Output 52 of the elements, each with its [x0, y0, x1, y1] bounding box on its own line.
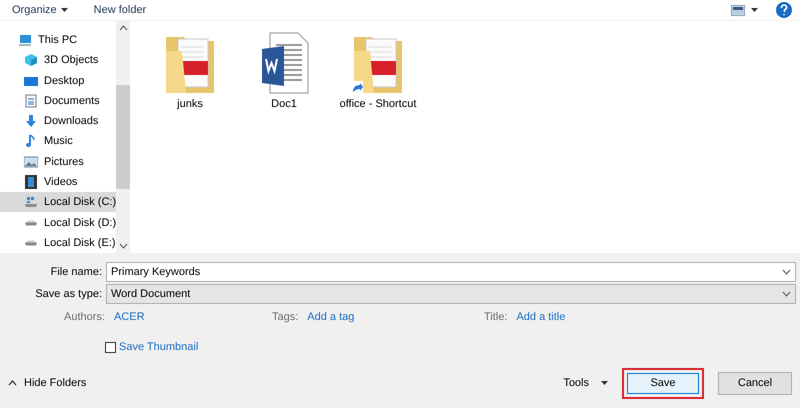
tools-menu[interactable]: Tools [563, 377, 589, 389]
computer-icon [18, 33, 32, 48]
film-icon [24, 174, 38, 189]
save-button[interactable]: Save [622, 368, 704, 398]
metadata-link[interactable]: Add a title [516, 311, 566, 323]
sidebar-item[interactable]: Documents [0, 90, 116, 112]
scrollbar[interactable] [116, 21, 130, 253]
sidebar-item[interactable]: 3D Objects [0, 50, 116, 71]
chevron-down-icon[interactable] [118, 243, 128, 249]
sidebar-item[interactable]: Desktop [0, 70, 116, 91]
file-name: junks [177, 98, 203, 110]
picture-icon [24, 154, 38, 169]
sidebar-item[interactable]: This PC [0, 30, 116, 50]
hide-folders-button[interactable]: Hide Folders [24, 377, 86, 389]
toolbar-button[interactable]: New folder [94, 4, 146, 16]
caret-icon [60, 8, 68, 12]
save-type-dropdown[interactable]: Word Document [106, 284, 796, 304]
sidebar-item[interactable]: Music [0, 131, 116, 152]
chevron-up-icon[interactable] [8, 380, 17, 386]
sidebar-item[interactable]: Local Disk (D:) [0, 212, 116, 233]
caret-icon [751, 8, 758, 12]
checkbox-label[interactable]: Save Thumbnail [119, 341, 198, 353]
sidebar-item[interactable]: Local Disk (C:) [0, 192, 116, 212]
checkbox[interactable] [105, 342, 116, 352]
scroll-up-icon[interactable] [118, 25, 128, 31]
sidebar-item[interactable]: Local Disk (E:) [0, 232, 116, 253]
help-icon[interactable] [776, 2, 792, 18]
file-name: office - Shortcut [340, 98, 416, 110]
field-label: Title: [484, 311, 508, 323]
file-name-field[interactable]: Primary Keywords [106, 262, 796, 282]
metadata-link[interactable]: ACER [114, 311, 145, 323]
cancel-button[interactable]: Cancel [718, 372, 792, 394]
document-icon [24, 94, 38, 108]
chevron-down-icon[interactable] [782, 291, 791, 297]
metadata-link[interactable]: Add a tag [307, 311, 354, 323]
drive-icon [24, 240, 38, 246]
field-label: Tags: [272, 311, 298, 323]
sidebar-item[interactable]: Pictures [0, 152, 116, 172]
view-options-icon[interactable] [731, 4, 745, 16]
drive-icon [24, 195, 38, 210]
field-label: File name: [50, 266, 103, 278]
caret-icon [601, 381, 608, 385]
toolbar-button[interactable]: Organize [12, 4, 68, 16]
file-name: Doc1 [271, 98, 297, 110]
chevron-down-icon[interactable] [782, 269, 791, 275]
field-label: Authors: [64, 311, 105, 323]
cube-icon [24, 53, 38, 68]
download-icon [24, 114, 38, 128]
sidebar-item[interactable]: Downloads [0, 111, 116, 132]
drive-icon [24, 220, 38, 226]
field-label: Save as type: [34, 288, 103, 300]
sidebar-item[interactable]: Videos [0, 172, 116, 192]
